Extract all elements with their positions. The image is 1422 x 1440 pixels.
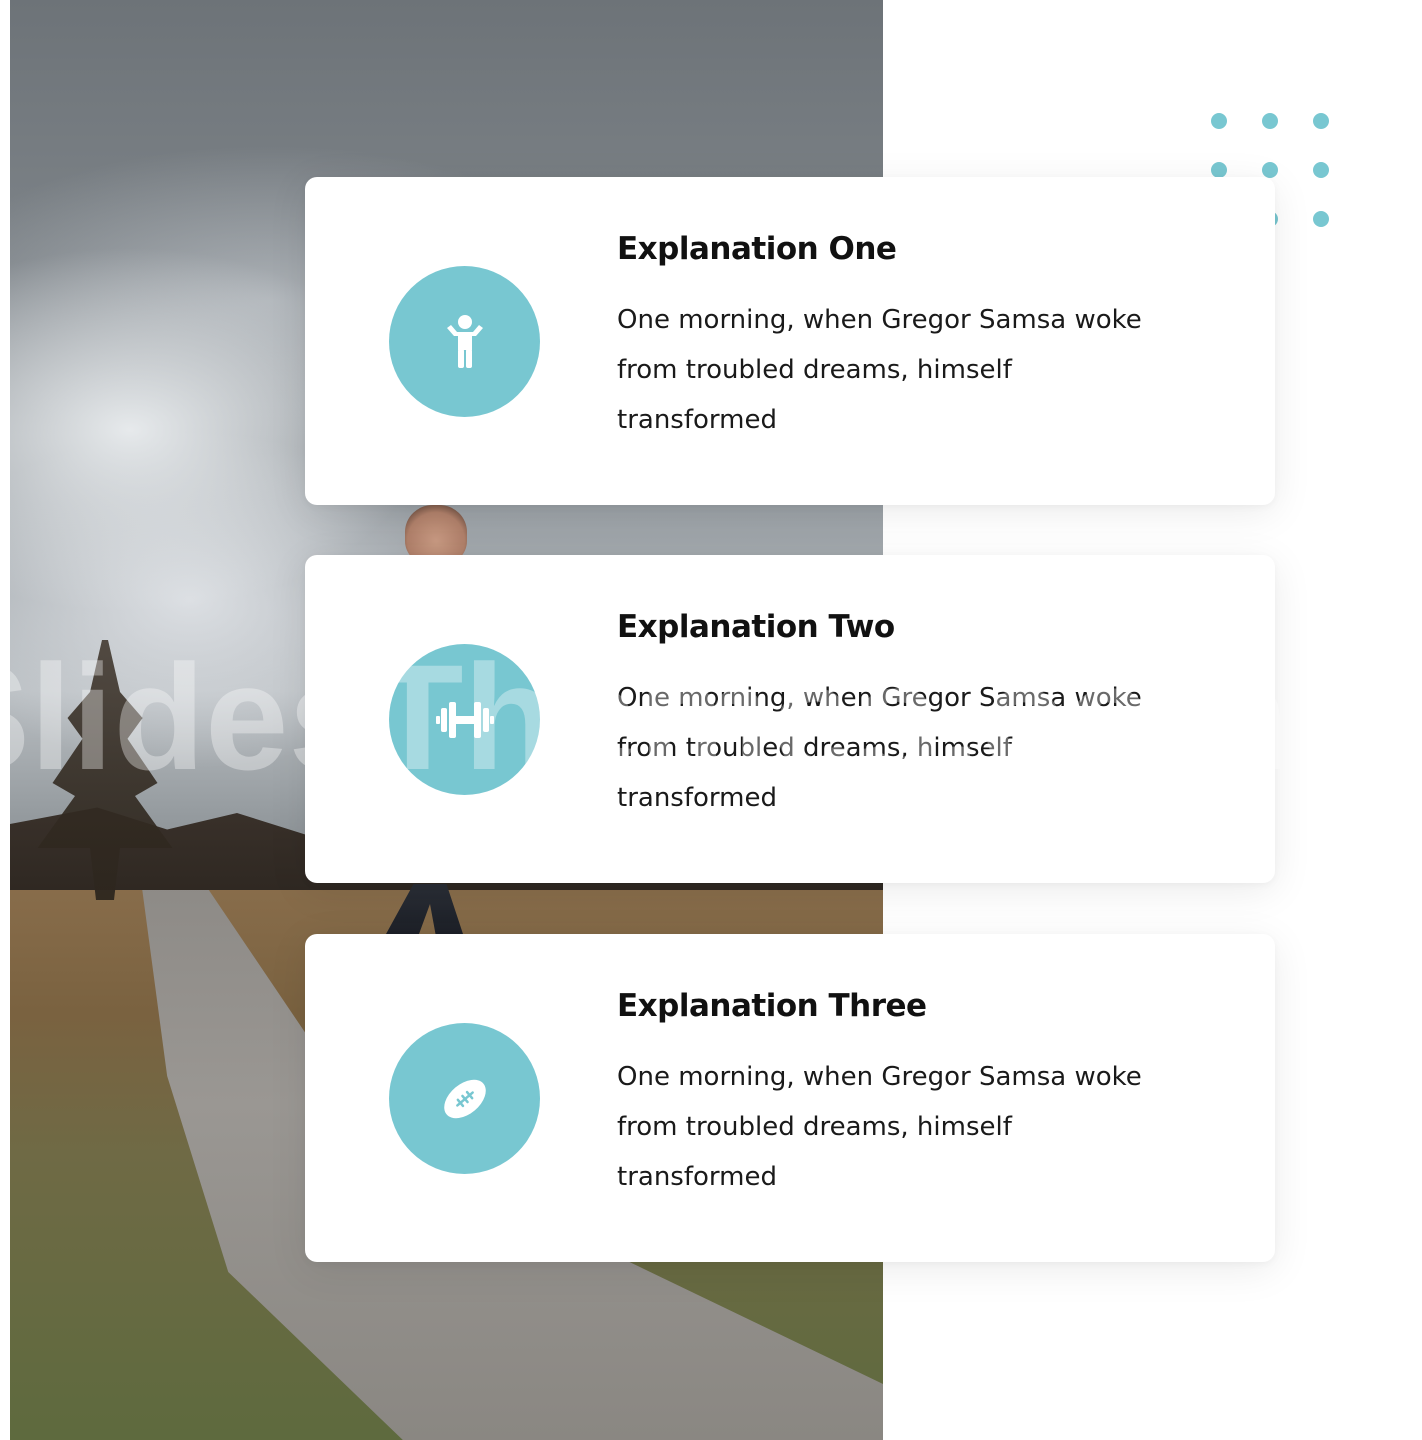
explanation-card-three: Explanation Three One morning, when Greg… [305,934,1275,1262]
card-title: Explanation Two [617,609,895,645]
football-icon [443,1079,486,1118]
card-description: One morning, when Gregor Samsa woke from… [617,305,1142,435]
card-description: One morning, when Gregor Samsa woke from… [617,683,1142,813]
dumbbell-icon [435,701,494,738]
icon-circle [389,1023,540,1174]
card-title: Explanation One [617,231,897,267]
explanation-card-one: Explanation One One morning, when Gregor… [305,177,1275,505]
child-icon [446,314,483,368]
explanation-card-two: Explanation Two One morning, when Gregor… [305,555,1275,883]
icon-circle [389,644,540,795]
card-title: Explanation Three [617,988,927,1024]
icon-circle [389,266,540,417]
card-description: One morning, when Gregor Samsa woke from… [617,1062,1142,1192]
